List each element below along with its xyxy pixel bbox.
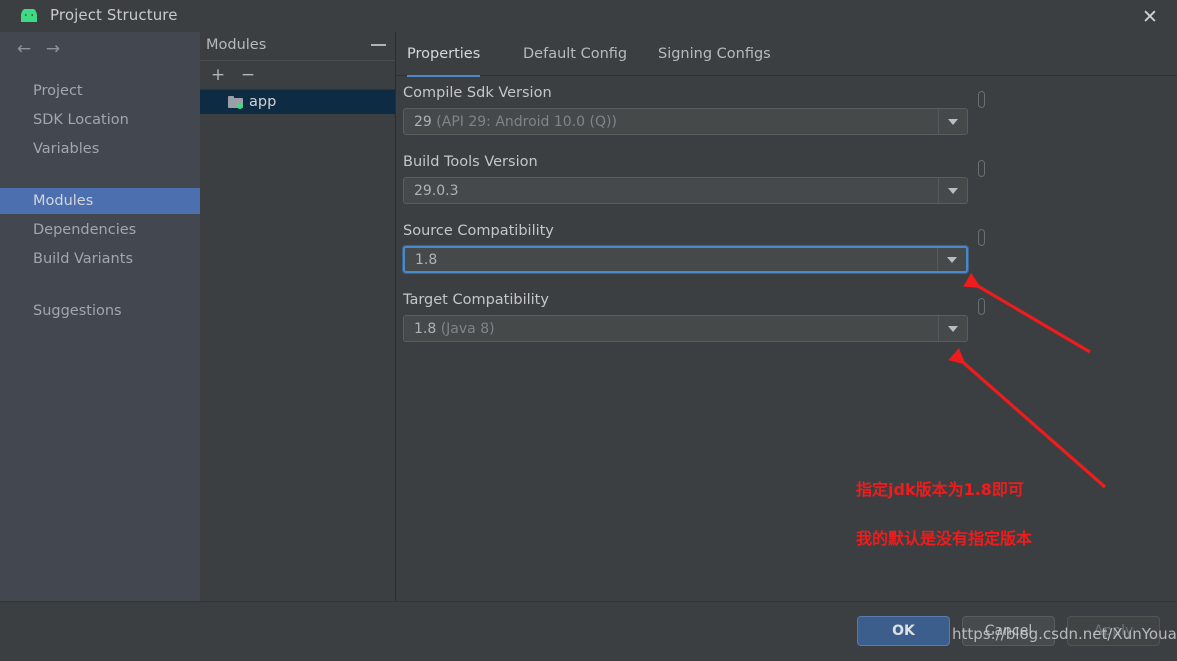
- target-compatibility-value: 1.8 (Java 8): [414, 320, 495, 337]
- compile-sdk-version-value: 29 (API 29: Android 10.0 (Q)): [414, 113, 617, 130]
- build-tools-version-label: Build Tools Version: [403, 154, 538, 170]
- content-panel: Properties Default Config Signing Config…: [396, 32, 1177, 601]
- chevron-down-icon[interactable]: [938, 178, 967, 203]
- target-compatibility-extra-button[interactable]: [978, 298, 985, 315]
- compile-sdk-version-label: Compile Sdk Version: [403, 85, 552, 101]
- close-icon[interactable]: ✕: [1137, 5, 1163, 29]
- chevron-down-icon[interactable]: [938, 109, 967, 134]
- compile-sdk-version-extra-button[interactable]: [978, 91, 985, 108]
- add-module-button[interactable]: +: [207, 64, 229, 86]
- build-tools-version-extra-button[interactable]: [978, 160, 985, 177]
- build-tools-version-value: 29.0.3: [414, 182, 459, 199]
- sidebar-item-modules[interactable]: Modules: [0, 188, 200, 214]
- compile-sdk-version-combo[interactable]: 29 (API 29: Android 10.0 (Q)): [403, 108, 968, 135]
- back-arrow-icon[interactable]: ←: [12, 38, 36, 60]
- source-compatibility-extra-button[interactable]: [978, 229, 985, 246]
- field-source-compatibility: Source Compatibility 1.8: [403, 223, 1003, 273]
- field-build-tools-version: Build Tools Version 29.0.3: [403, 154, 1003, 204]
- project-structure-dialog: Project Structure ✕ ← → Project SDK Loca…: [0, 0, 1177, 661]
- tab-bar: Properties Default Config Signing Config…: [396, 32, 1177, 77]
- modules-panel-title: Modules: [206, 37, 267, 53]
- target-compatibility-label: Target Compatibility: [403, 292, 549, 308]
- modules-toolbar: + −: [200, 61, 395, 90]
- tab-default-config[interactable]: Default Config: [523, 32, 627, 75]
- source-compatibility-combo[interactable]: 1.8: [403, 246, 968, 273]
- apply-button: Apply: [1067, 616, 1160, 646]
- source-compatibility-label: Source Compatibility: [403, 223, 554, 239]
- tab-properties[interactable]: Properties: [407, 32, 481, 77]
- annotation-line-1: 指定jdk版本为1.8即可: [856, 480, 1024, 499]
- forward-arrow-icon[interactable]: →: [41, 38, 65, 60]
- nav-arrow-group: ← →: [0, 32, 200, 66]
- module-name-label: app: [249, 94, 277, 110]
- ok-button[interactable]: OK: [857, 616, 950, 646]
- android-robot-icon: [21, 9, 37, 22]
- window-title: Project Structure: [50, 6, 178, 24]
- tab-signing-configs[interactable]: Signing Configs: [658, 32, 771, 75]
- build-tools-version-combo[interactable]: 29.0.3: [403, 177, 968, 204]
- sidebar-item-dependencies[interactable]: Dependencies: [0, 217, 200, 243]
- modules-panel: Modules + − app: [200, 32, 396, 601]
- chevron-down-icon[interactable]: [938, 316, 967, 341]
- target-compatibility-combo[interactable]: 1.8 (Java 8): [403, 315, 968, 342]
- sidebar-item-sdk-location[interactable]: SDK Location: [0, 107, 200, 133]
- cancel-button[interactable]: Cancel: [962, 616, 1055, 646]
- annotation-line-2: 我的默认是没有指定版本: [856, 529, 1033, 548]
- chevron-down-icon[interactable]: [937, 248, 966, 271]
- minimize-icon[interactable]: [371, 44, 386, 46]
- sidebar-item-project[interactable]: Project: [0, 78, 200, 104]
- properties-form: Compile Sdk Version 29 (API 29: Android …: [396, 76, 1177, 601]
- sidebar-item-build-variants[interactable]: Build Variants: [0, 246, 200, 272]
- modules-panel-header: Modules: [200, 32, 395, 61]
- field-target-compatibility: Target Compatibility 1.8 (Java 8): [403, 292, 1003, 342]
- field-compile-sdk-version: Compile Sdk Version 29 (API 29: Android …: [403, 85, 1003, 135]
- remove-module-button[interactable]: −: [237, 64, 259, 86]
- folder-icon: [228, 96, 243, 109]
- sidebar-item-variables[interactable]: Variables: [0, 136, 200, 162]
- title-bar: Project Structure ✕: [0, 0, 1177, 32]
- dialog-footer: OK Cancel Apply: [0, 601, 1177, 661]
- source-compatibility-value: 1.8: [415, 251, 438, 268]
- module-list-item-app[interactable]: app: [200, 90, 395, 114]
- navigation-sidebar: ← → Project SDK Location Variables Modul…: [0, 32, 200, 601]
- sidebar-item-suggestions[interactable]: Suggestions: [0, 298, 200, 324]
